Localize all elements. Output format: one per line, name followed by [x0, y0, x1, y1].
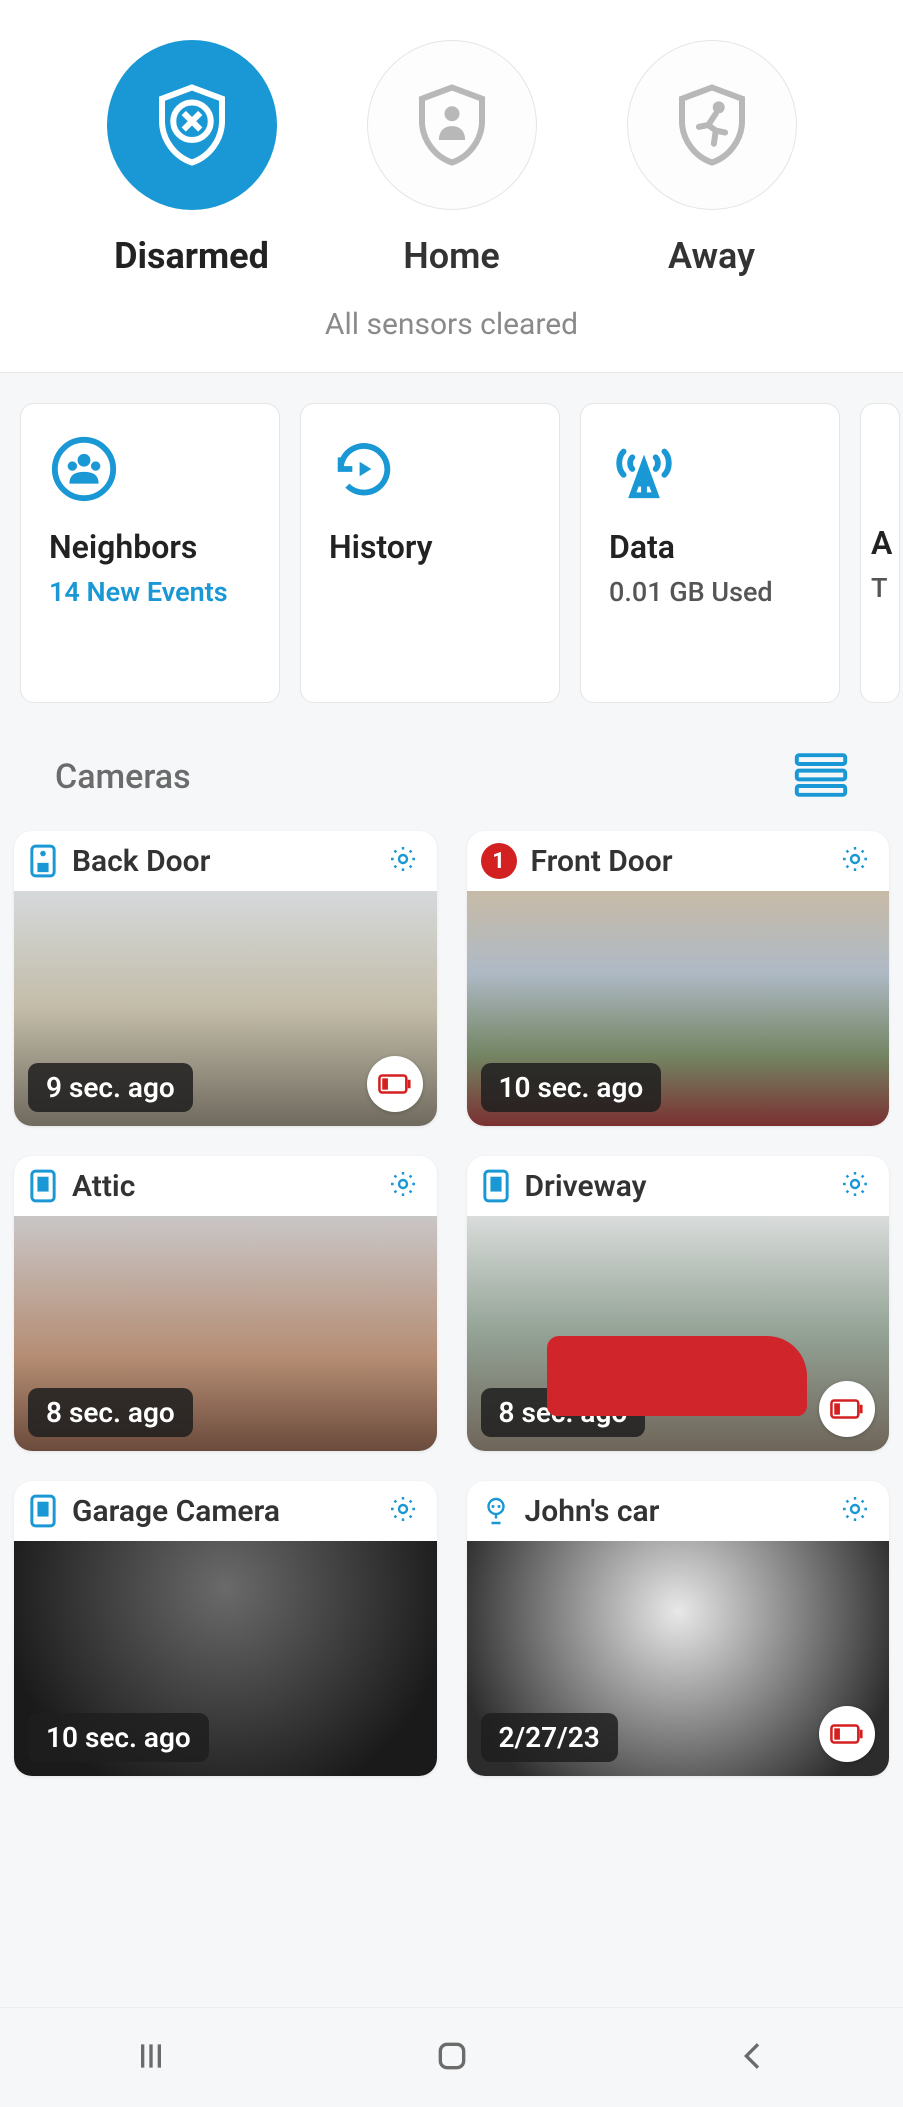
cameras-title: Cameras [55, 757, 191, 797]
arm-panel: Disarmed Home Away All se [0, 0, 903, 373]
gear-icon[interactable] [839, 1493, 871, 1529]
camera-preview[interactable]: 8 sec. ago [14, 1216, 437, 1451]
camera-rect-icon [481, 1169, 511, 1203]
camera-card-attic[interactable]: Attic 8 sec. ago [14, 1156, 437, 1451]
arm-modes-row: Disarmed Home Away [0, 40, 903, 277]
nav-recents-icon[interactable] [131, 2036, 171, 2080]
camera-card-garage[interactable]: Garage Camera 10 sec. ago [14, 1481, 437, 1776]
cameras-header: Cameras [0, 713, 903, 821]
system-navbar [0, 2007, 903, 2107]
battery-low-icon [819, 1706, 875, 1762]
camera-card-front-door[interactable]: 1 Front Door 10 sec. ago [467, 831, 890, 1126]
camera-name: Driveway [525, 1169, 826, 1204]
battery-low-icon [367, 1056, 423, 1112]
camera-preview[interactable]: 10 sec. ago [467, 891, 890, 1126]
mode-away-label: Away [627, 235, 797, 277]
shield-running-icon [627, 40, 797, 210]
camera-time: 8 sec. ago [481, 1388, 646, 1437]
mode-home[interactable]: Home [367, 40, 537, 277]
nav-home-icon[interactable] [432, 2036, 472, 2080]
camera-round-icon [481, 1496, 511, 1526]
data-antenna-icon [609, 489, 679, 508]
camera-name: Back Door [72, 844, 373, 879]
mode-disarmed-label: Disarmed [107, 235, 277, 277]
battery-low-icon [819, 1381, 875, 1437]
mode-home-label: Home [367, 235, 537, 277]
history-icon [329, 489, 399, 508]
camera-card-back-door[interactable]: Back Door 9 sec. ago [14, 831, 437, 1126]
camera-rect-icon [28, 1494, 58, 1528]
camera-preview[interactable]: 10 sec. ago [14, 1541, 437, 1776]
next-card-peek[interactable]: A T [860, 403, 900, 703]
neighbors-icon [49, 489, 119, 508]
camera-time: 10 sec. ago [481, 1063, 662, 1112]
camera-time: 8 sec. ago [28, 1388, 193, 1437]
alert-badge: 1 [481, 843, 517, 879]
data-title: Data [609, 528, 811, 566]
list-view-icon[interactable] [794, 753, 848, 801]
history-card[interactable]: History [300, 403, 560, 703]
camera-preview[interactable]: 8 sec. ago [467, 1216, 890, 1451]
shield-person-icon [367, 40, 537, 210]
camera-grid: Back Door 9 sec. ago 1 Front Door 10 sec… [0, 821, 903, 1806]
neighbors-title: Neighbors [49, 528, 251, 566]
camera-time: 9 sec. ago [28, 1063, 193, 1112]
camera-preview[interactable]: 9 sec. ago [14, 891, 437, 1126]
shield-x-icon [107, 40, 277, 210]
history-title: History [329, 528, 531, 566]
gear-icon[interactable] [839, 1168, 871, 1204]
camera-card-driveway[interactable]: Driveway 8 sec. ago [467, 1156, 890, 1451]
camera-card-johns-car[interactable]: John's car 2/27/23 [467, 1481, 890, 1776]
camera-time: 10 sec. ago [28, 1713, 209, 1762]
sensors-status: All sensors cleared [0, 307, 903, 342]
gear-icon[interactable] [387, 843, 419, 879]
nav-back-icon[interactable] [733, 2036, 773, 2080]
data-sub: 0.01 GB Used [609, 574, 811, 612]
gear-icon[interactable] [839, 843, 871, 879]
camera-name: John's car [525, 1494, 826, 1529]
data-card[interactable]: Data 0.01 GB Used [580, 403, 840, 703]
camera-name: Garage Camera [72, 1494, 373, 1529]
camera-rect-icon [28, 1169, 58, 1203]
neighbors-sub: 14 New Events [49, 574, 251, 612]
gear-icon[interactable] [387, 1493, 419, 1529]
camera-rect-icon [28, 844, 58, 878]
camera-name: Front Door [531, 844, 826, 879]
camera-time: 2/27/23 [481, 1713, 618, 1762]
info-cards-row: Neighbors 14 New Events History Data 0.0… [0, 373, 903, 713]
mode-away[interactable]: Away [627, 40, 797, 277]
mode-disarmed[interactable]: Disarmed [107, 40, 277, 277]
gear-icon[interactable] [387, 1168, 419, 1204]
neighbors-card[interactable]: Neighbors 14 New Events [20, 403, 280, 703]
camera-preview[interactable]: 2/27/23 [467, 1541, 890, 1776]
camera-name: Attic [72, 1169, 373, 1204]
